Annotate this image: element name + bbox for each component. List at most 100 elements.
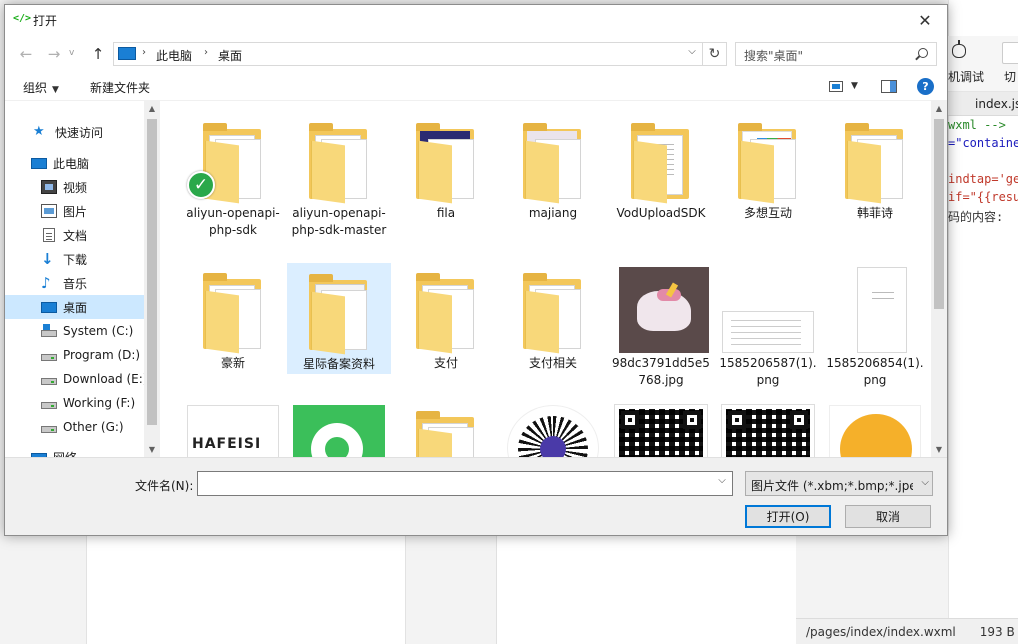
scroll-up-icon[interactable]: ▲ xyxy=(931,104,947,113)
file-item[interactable] xyxy=(716,401,820,457)
organize-label: 组织 xyxy=(23,81,48,95)
folder-item[interactable]: majiang xyxy=(501,113,605,222)
forward-arrow-icon[interactable]: → xyxy=(45,45,63,63)
refresh-button[interactable]: ↻ xyxy=(703,42,727,66)
file-item[interactable]: HAFEISI xyxy=(181,401,285,457)
file-list-scrollbar[interactable]: ▲ ▼ xyxy=(931,101,947,457)
breadcrumb-separator-icon[interactable]: › xyxy=(142,47,146,58)
music-icon: ♪ xyxy=(41,274,51,292)
item-name: 星际备案资料 xyxy=(302,357,375,371)
folder-item[interactable]: 支付相关 xyxy=(501,263,605,372)
folder-item[interactable]: 豪新 xyxy=(181,263,285,372)
command-toolbar: 组织 ▼ 新建文件夹 ▼ ? xyxy=(5,73,947,101)
sidebar-item[interactable]: 此电脑 xyxy=(5,151,144,175)
file-item[interactable] xyxy=(609,401,713,457)
sidebar-item[interactable]: 文档 xyxy=(5,223,144,247)
sidebar-scrollbar[interactable]: ▲ ▼ xyxy=(144,101,160,457)
up-arrow-icon[interactable]: ↑ xyxy=(89,45,107,63)
folder-item[interactable]: EF DAY fila xyxy=(394,113,498,222)
file-item[interactable] xyxy=(287,401,391,457)
folder-item[interactable] xyxy=(394,401,498,457)
folder-front xyxy=(418,428,452,457)
sidebar-item[interactable]: Other (G:) xyxy=(5,415,144,439)
ide-editor-panel-middle xyxy=(496,536,796,644)
item-thumbnail xyxy=(505,263,601,354)
back-arrow-icon[interactable]: ← xyxy=(17,45,35,63)
scroll-down-icon[interactable]: ▼ xyxy=(144,445,160,454)
folder-item[interactable]: epdf 星际备案资料 xyxy=(287,263,391,374)
folder-item[interactable]: ✓ aliyun-openapi-php-sdk xyxy=(181,113,285,239)
item-thumbnail xyxy=(505,401,601,457)
item-thumbnail xyxy=(613,113,709,204)
sidebar-scroll-thumb[interactable] xyxy=(147,119,157,425)
sidebar-item[interactable]: ★ 快速访问 xyxy=(5,120,144,144)
file-item[interactable] xyxy=(501,401,605,457)
ide-tool-label-switch[interactable]: 切 xyxy=(1004,68,1016,85)
organize-menu[interactable]: 组织 ▼ xyxy=(23,79,59,96)
file-item[interactable]: 1585206587(1).png xyxy=(716,263,820,389)
photo-thumbnail xyxy=(619,267,709,353)
folder-front xyxy=(205,290,239,354)
item-thumbnail xyxy=(291,401,387,457)
filename-input[interactable] xyxy=(197,471,733,496)
file-item[interactable]: 1585206854(1).png xyxy=(823,263,927,389)
filename-dropdown-icon[interactable]: ⌵ xyxy=(713,475,731,486)
sidebar-item[interactable]: ↓ 下载 xyxy=(5,247,144,271)
address-bar[interactable]: › 此电脑 › 桌面 ⌵ xyxy=(113,42,703,66)
sidebar-item[interactable]: System (C:) xyxy=(5,319,144,343)
view-caret-down-icon[interactable]: ▼ xyxy=(851,81,858,91)
cancel-button[interactable]: 取消 xyxy=(845,505,931,528)
scroll-down-icon[interactable]: ▼ xyxy=(931,445,947,454)
breadcrumb-this-pc[interactable]: 此电脑 xyxy=(156,47,192,64)
ide-tool-button[interactable] xyxy=(1002,42,1018,64)
address-dropdown-icon[interactable]: ⌵ xyxy=(684,46,700,57)
green-app-logo xyxy=(293,405,385,457)
folder-item[interactable]: 多想互动 xyxy=(716,113,820,222)
file-type-select[interactable]: 图片文件 (*.xbm;*.bmp;*.jpeg ⌵ xyxy=(745,471,933,496)
sidebar-item[interactable]: 网络 xyxy=(5,445,144,457)
sidebar-item-label: 视频 xyxy=(63,180,88,195)
file-list-scroll-thumb[interactable] xyxy=(934,119,944,309)
recent-locations-icon[interactable]: v xyxy=(69,48,74,58)
search-input[interactable]: 搜索"桌面" xyxy=(735,42,937,66)
qr-finder xyxy=(621,411,639,429)
folder-front xyxy=(525,140,559,204)
folder-front xyxy=(311,140,345,204)
sidebar-item[interactable]: 桌面 xyxy=(5,295,144,319)
file-item[interactable] xyxy=(823,401,927,457)
sidebar-item[interactable]: Download (E:) xyxy=(5,367,147,391)
status-file-size: 193 B xyxy=(979,624,1015,639)
drive-icon xyxy=(41,425,57,433)
file-item[interactable]: 98dc3791dd5e5768.jpg xyxy=(609,263,713,389)
ide-tab-index-js[interactable]: index.js xyxy=(975,97,1018,111)
search-icon[interactable] xyxy=(918,48,928,58)
dialog-footer: 文件名(N): ⌵ 图片文件 (*.xbm;*.bmp;*.jpeg ⌵ 打开(… xyxy=(5,457,947,535)
breadcrumb-desktop[interactable]: 桌面 xyxy=(218,47,242,64)
qr-finder xyxy=(728,411,746,429)
folder-item[interactable]: 支付 xyxy=(394,263,498,372)
preview-pane-icon[interactable] xyxy=(881,80,897,93)
dialog-titlebar[interactable]: </> 打开 ✕ xyxy=(5,5,947,35)
breadcrumb-separator-icon[interactable]: › xyxy=(204,47,208,58)
folder-item[interactable]: 韩菲诗 xyxy=(823,113,927,222)
sidebar-item[interactable]: 图片 xyxy=(5,199,144,223)
help-icon[interactable]: ? xyxy=(917,78,934,95)
status-file-path: /pages/index/index.wxml xyxy=(806,624,956,639)
new-folder-button[interactable]: 新建文件夹 xyxy=(90,79,150,96)
open-button[interactable]: 打开(O) xyxy=(745,505,831,528)
sidebar-item[interactable]: Program (D:) xyxy=(5,343,144,367)
file-type-dropdown-icon[interactable]: ⌵ xyxy=(921,477,929,488)
view-mode-icon[interactable] xyxy=(829,81,843,92)
debug-bug-icon[interactable] xyxy=(952,40,966,58)
screenshot-thumbnail xyxy=(722,311,814,353)
ide-tool-label-debug[interactable]: 机调试 xyxy=(948,68,984,85)
scroll-up-icon[interactable]: ▲ xyxy=(144,104,160,113)
sidebar-item[interactable]: 视频 xyxy=(5,175,144,199)
item-thumbnail: ✓ xyxy=(185,113,281,204)
folder-front xyxy=(740,140,774,204)
sidebar-item[interactable]: ♪ 音乐 xyxy=(5,271,144,295)
sidebar-item[interactable]: Working (F:) xyxy=(5,391,144,415)
folder-item[interactable]: aliyun-openapi-php-sdk-master xyxy=(287,113,391,239)
close-button[interactable]: ✕ xyxy=(903,5,947,35)
folder-item[interactable]: VodUploadSDK xyxy=(609,113,713,222)
